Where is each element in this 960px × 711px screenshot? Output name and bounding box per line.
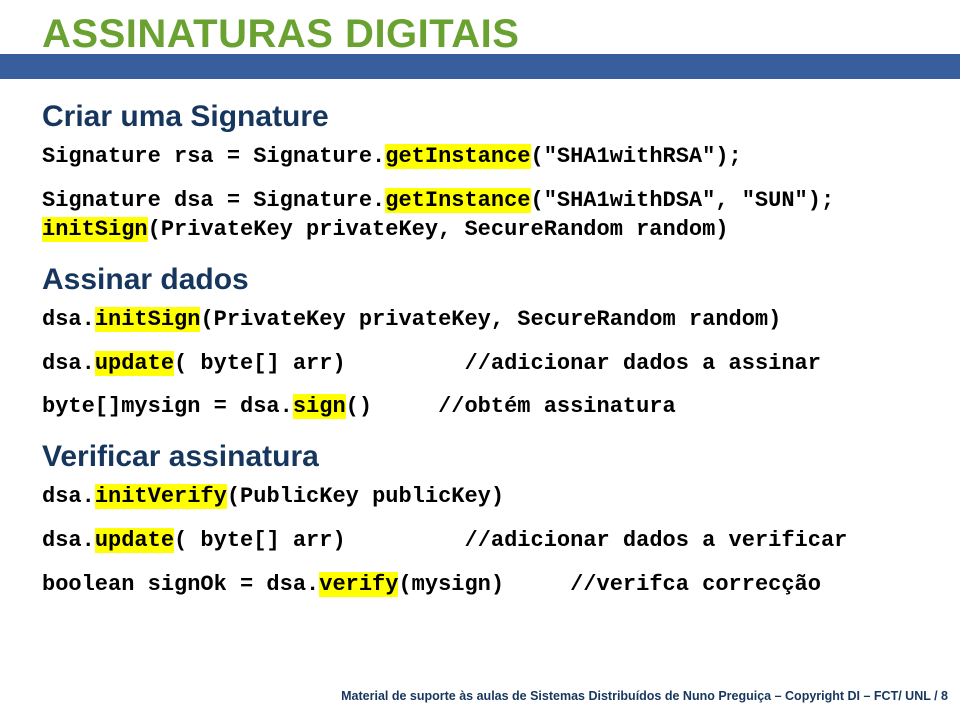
code-block-2a: dsa.initSign(PrivateKey privateKey, Secu… (42, 305, 918, 335)
code-hl: getInstance (385, 144, 530, 169)
code-hl: getInstance (385, 188, 530, 213)
code-block-1: Signature rsa = Signature.getInstance("S… (42, 142, 918, 172)
code-pad (504, 572, 570, 597)
code-block-1b: Signature dsa = Signature.getInstance("S… (42, 186, 918, 216)
code-text: Signature rsa = Signature. (42, 144, 385, 169)
code-text: (PublicKey publicKey) (227, 484, 504, 509)
code-text: ("SHA1withDSA", "SUN"); (531, 188, 835, 213)
code-hl: initVerify (95, 484, 227, 509)
code-text: dsa. (42, 484, 95, 509)
slide-content: Criar uma Signature Signature rsa = Sign… (42, 90, 918, 599)
code-hl: sign (293, 394, 346, 419)
code-hl: verify (319, 572, 398, 597)
code-text: dsa. (42, 528, 95, 553)
code-hl: initSign (95, 307, 201, 332)
code-comment: //adicionar dados a verificar (465, 528, 848, 553)
title-bar (0, 54, 960, 79)
code-comment: //adicionar dados a assinar (465, 351, 821, 376)
code-block-2b: dsa.update( byte[] arr) //adicionar dado… (42, 349, 918, 379)
code-text: dsa. (42, 307, 95, 332)
code-text: ( byte[] arr) (174, 351, 346, 376)
code-comment: //obtém assinatura (438, 394, 676, 419)
code-block-3b: dsa.update( byte[] arr) //adicionar dado… (42, 526, 918, 556)
code-comment: //verifca correcção (570, 572, 821, 597)
section-heading-verify: Verificar assinatura (42, 440, 918, 474)
slide-title: ASSINATURAS DIGITAIS (42, 12, 519, 57)
slide: ASSINATURAS DIGITAIS Criar uma Signature… (0, 0, 960, 711)
code-hl: initSign (42, 217, 148, 242)
code-text: (mysign) (398, 572, 504, 597)
footer-text: Material de suporte às aulas de Sistemas… (341, 689, 948, 703)
code-text: (PrivateKey privateKey, SecureRandom ran… (148, 217, 729, 242)
code-text: (PrivateKey privateKey, SecureRandom ran… (200, 307, 781, 332)
code-block-3a: dsa.initVerify(PublicKey publicKey) (42, 482, 918, 512)
code-pad (372, 394, 438, 419)
code-text: Signature dsa = Signature. (42, 188, 385, 213)
code-text: () (346, 394, 372, 419)
code-block-1c: initSign(PrivateKey privateKey, SecureRa… (42, 215, 918, 245)
code-text: ( byte[] arr) (174, 528, 346, 553)
code-hl: update (95, 351, 174, 376)
code-text: byte[]mysign = dsa. (42, 394, 293, 419)
section-heading-sign: Assinar dados (42, 263, 918, 297)
code-text: ("SHA1withRSA"); (531, 144, 742, 169)
code-text: boolean signOk = dsa. (42, 572, 319, 597)
section-heading-create: Criar uma Signature (42, 100, 918, 134)
code-block-3c: boolean signOk = dsa.verify(mysign) //ve… (42, 570, 918, 600)
code-pad (346, 528, 465, 553)
code-hl: update (95, 528, 174, 553)
code-block-2c: byte[]mysign = dsa.sign() //obtém assina… (42, 392, 918, 422)
code-pad (346, 351, 465, 376)
code-text: dsa. (42, 351, 95, 376)
